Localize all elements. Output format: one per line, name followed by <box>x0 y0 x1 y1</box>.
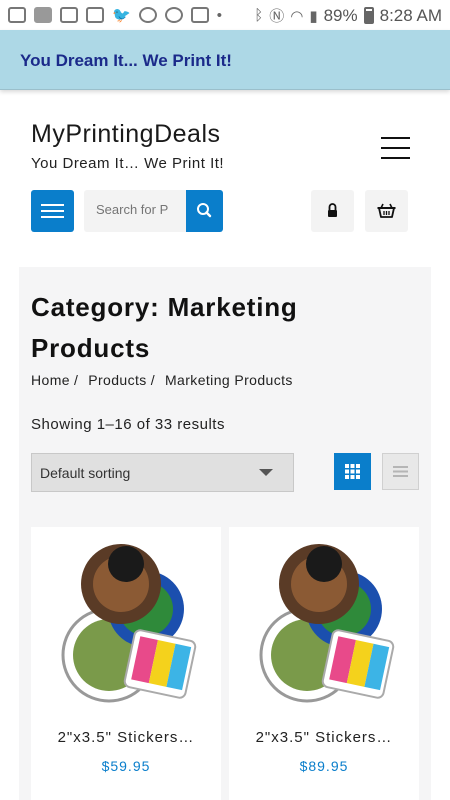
accessibility-icon <box>164 7 183 23</box>
notification-icons: 🐦 • <box>8 6 222 24</box>
hamburger-line <box>381 157 410 159</box>
twitter-icon: 🐦 <box>112 7 131 24</box>
nfc-icon: Ⓝ <box>269 8 285 25</box>
menu-icon <box>41 204 64 206</box>
breadcrumb: Home / Products / Marketing Products <box>31 372 293 388</box>
list-view-button[interactable] <box>382 453 419 490</box>
basket-icon <box>377 203 396 218</box>
signal-icon: ▮ <box>309 7 318 25</box>
breadcrumb-home[interactable]: Home <box>31 372 70 388</box>
battery-percent: 89% <box>323 5 358 25</box>
product-image-stickers[interactable] <box>51 537 201 707</box>
account-button[interactable] <box>311 190 354 232</box>
grid-view-button[interactable] <box>334 453 371 490</box>
list-icon <box>393 466 408 477</box>
breadcrumb-products[interactable]: Products <box>88 372 146 388</box>
image-icon <box>60 7 78 23</box>
hamburger-line <box>381 147 410 149</box>
product-image-stickers[interactable] <box>249 537 399 707</box>
hamburger-icon <box>381 137 410 139</box>
product-name[interactable]: 2"x3.5" Stickers… <box>229 729 419 746</box>
menu-icon-line <box>41 216 64 218</box>
more-notifications-icon: • <box>216 6 222 24</box>
status-bar: 🐦 • ᛒ Ⓝ ◠ ▮ 89% 8:28 AM <box>0 0 450 30</box>
breadcrumb-separator: / <box>73 372 79 388</box>
grid-icon <box>345 464 360 479</box>
search-box <box>84 190 186 232</box>
media-icon <box>86 7 104 23</box>
security-icon <box>138 7 157 23</box>
bluetooth-icon: ᛒ <box>254 7 264 24</box>
site-tagline: You Dream It… We Print It! <box>31 155 225 172</box>
search-input[interactable] <box>96 202 176 217</box>
sort-selected-value: Default sorting <box>40 465 131 481</box>
site-title[interactable]: MyPrintingDeals <box>31 120 221 149</box>
activity-icon <box>190 7 209 23</box>
voicemail-icon <box>8 7 26 23</box>
banner-text: You Dream It... We Print It! <box>20 51 232 70</box>
system-icons: ᛒ Ⓝ ◠ ▮ 89% 8:28 AM <box>254 5 442 26</box>
breadcrumb-current: Marketing Products <box>165 372 293 388</box>
category-menu-button[interactable] <box>31 190 74 232</box>
breadcrumb-separator: / <box>150 372 155 388</box>
result-count: Showing 1–16 of 33 results <box>31 416 225 433</box>
wifi-icon: ◠ <box>290 7 304 25</box>
product-card[interactable]: 2"x3.5" Stickers… $59.95 <box>31 527 221 800</box>
app-icon <box>34 7 52 23</box>
menu-icon-line <box>41 210 64 212</box>
cart-button[interactable] <box>365 190 408 232</box>
product-card[interactable]: 2"x3.5" Stickers… $89.95 <box>229 527 419 800</box>
product-name[interactable]: 2"x3.5" Stickers… <box>31 729 221 746</box>
clock: 8:28 AM <box>379 5 442 25</box>
product-price: $59.95 <box>101 758 151 774</box>
promo-banner: You Dream It... We Print It! <box>0 30 450 90</box>
main-menu-toggle[interactable] <box>381 137 410 161</box>
search-button[interactable] <box>186 190 223 232</box>
lock-icon <box>328 203 337 217</box>
search-icon <box>197 203 212 218</box>
product-price: $89.95 <box>299 758 349 774</box>
sort-select[interactable]: Default sorting <box>31 453 294 492</box>
caret-down-icon <box>259 469 273 476</box>
battery-icon <box>363 7 374 24</box>
page-title: Category: Marketing Products <box>31 292 298 363</box>
